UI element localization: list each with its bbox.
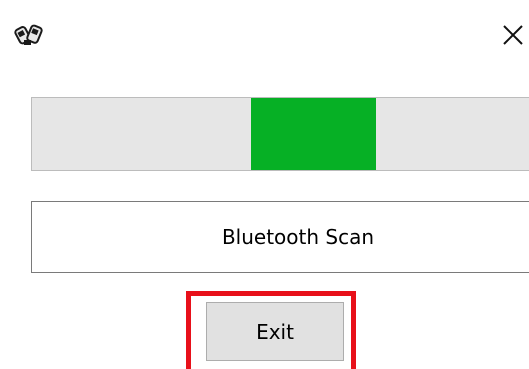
- close-icon: [502, 24, 523, 45]
- progress-marquee-chunk: [251, 98, 376, 170]
- scan-status-label: Bluetooth Scan: [221, 225, 375, 249]
- exit-button[interactable]: Exit: [206, 302, 344, 361]
- bluetooth-scan-status: Bluetooth Scan: [31, 201, 529, 273]
- bluetooth-devices-icon: [14, 22, 48, 50]
- close-button[interactable]: [496, 18, 529, 51]
- scan-progress-bar: [31, 97, 529, 171]
